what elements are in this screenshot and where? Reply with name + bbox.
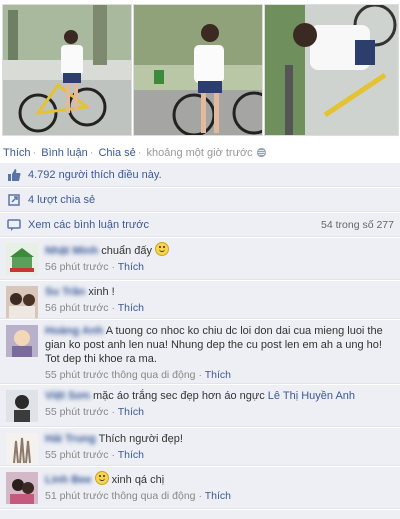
avatar[interactable] xyxy=(6,390,38,422)
comment-mention[interactable]: Lê Thị Huyền Anh xyxy=(268,390,355,402)
photo-strip xyxy=(0,0,400,140)
comment-text: Thích người đẹp! xyxy=(98,433,183,445)
comment-item: Linh Bee xinh qá chị 51 phút trước thông… xyxy=(0,467,400,509)
comment-text: mặc áo trắng sec đẹp hơn áo ngực xyxy=(92,390,265,402)
comment-item: Hoàng Anh A tuong co nhoc ko chiu dc loi… xyxy=(0,320,400,384)
globe-icon xyxy=(256,147,267,161)
comment-like-link[interactable]: Thích xyxy=(118,261,144,273)
likes-row: 4.792 người thích điều này. xyxy=(0,163,400,187)
comment-author[interactable]: Nhật Minh xyxy=(45,245,98,257)
comment-like-link[interactable]: Thích xyxy=(118,302,144,314)
comment-text: chuẩn đấy xyxy=(101,245,152,257)
comment-author[interactable]: Hải Trung xyxy=(45,433,96,445)
avatar[interactable] xyxy=(6,325,38,357)
comment-like-link[interactable]: Thích xyxy=(205,369,231,381)
avatar[interactable] xyxy=(6,472,38,504)
photo-3[interactable] xyxy=(264,4,399,136)
comment-item: Su Trần xinh ! 56 phút trước · Thích xyxy=(0,281,400,319)
comment-text: xinh qá chị xyxy=(111,474,165,486)
comment-item: Nhật Minh chuẩn đấy 56 phút trước · Thíc… xyxy=(0,238,400,280)
comment-count: 54 trong số 277 xyxy=(321,218,394,231)
comment-like-link[interactable]: Thích xyxy=(205,490,231,502)
comment-item: Việt Sơn mặc áo trắng sec đẹp hơn áo ngự… xyxy=(0,385,400,427)
comment-time[interactable]: 55 phút trước xyxy=(45,449,109,461)
comment-author[interactable]: Việt Sơn xyxy=(45,390,90,402)
like-link[interactable]: Thích xyxy=(3,147,31,159)
comment-time[interactable]: 51 phút trước thông qua di động xyxy=(45,490,196,502)
comment-like-link[interactable]: Thích xyxy=(118,449,144,461)
share-link[interactable]: Chia sẻ xyxy=(98,147,135,159)
comment-item: Hải Trung Thích người đẹp! 55 phút trước… xyxy=(0,428,400,466)
comment-author[interactable]: Hoàng Anh xyxy=(45,325,103,337)
comment-time[interactable]: 55 phút trước thông qua di động xyxy=(45,369,196,381)
comment-author[interactable]: Linh Bee xyxy=(45,474,91,486)
view-previous-comments[interactable]: Xem các bình luận trước xyxy=(28,219,149,231)
comment-icon xyxy=(6,217,22,233)
comment-author[interactable]: Su Trần xyxy=(45,286,85,298)
comment-time[interactable]: 55 phút trước xyxy=(45,406,109,418)
photo-1[interactable] xyxy=(2,4,132,136)
likes-count[interactable]: 4.792 người thích điều này. xyxy=(28,169,162,181)
comment-item-partial xyxy=(0,510,400,519)
comment-link[interactable]: Bình luận xyxy=(41,147,87,159)
avatar[interactable] xyxy=(6,433,38,465)
comment-text: xinh ! xyxy=(88,286,115,298)
smile-emoji-icon xyxy=(155,242,170,256)
comment-time[interactable]: 56 phút trước xyxy=(45,261,109,273)
comment-like-link[interactable]: Thích xyxy=(118,406,144,418)
post-actions: Thích · Bình luận · Chia sẻ · khoảng một gi… xyxy=(3,147,267,161)
avatar[interactable] xyxy=(6,286,38,318)
avatar[interactable] xyxy=(6,243,38,275)
photo-2[interactable] xyxy=(133,4,263,136)
comment-time[interactable]: 56 phút trước xyxy=(45,302,109,314)
shares-row: 4 lượt chia sẻ xyxy=(0,188,400,212)
post-time[interactable]: khoảng một giờ trước xyxy=(147,147,253,159)
thumbs-up-icon xyxy=(6,167,22,183)
shares-count[interactable]: 4 lượt chia sẻ xyxy=(28,194,95,206)
share-icon xyxy=(6,192,22,208)
view-comments-row: Xem các bình luận trước 54 trong số 277 xyxy=(0,213,400,237)
smile-emoji-icon xyxy=(94,471,109,485)
